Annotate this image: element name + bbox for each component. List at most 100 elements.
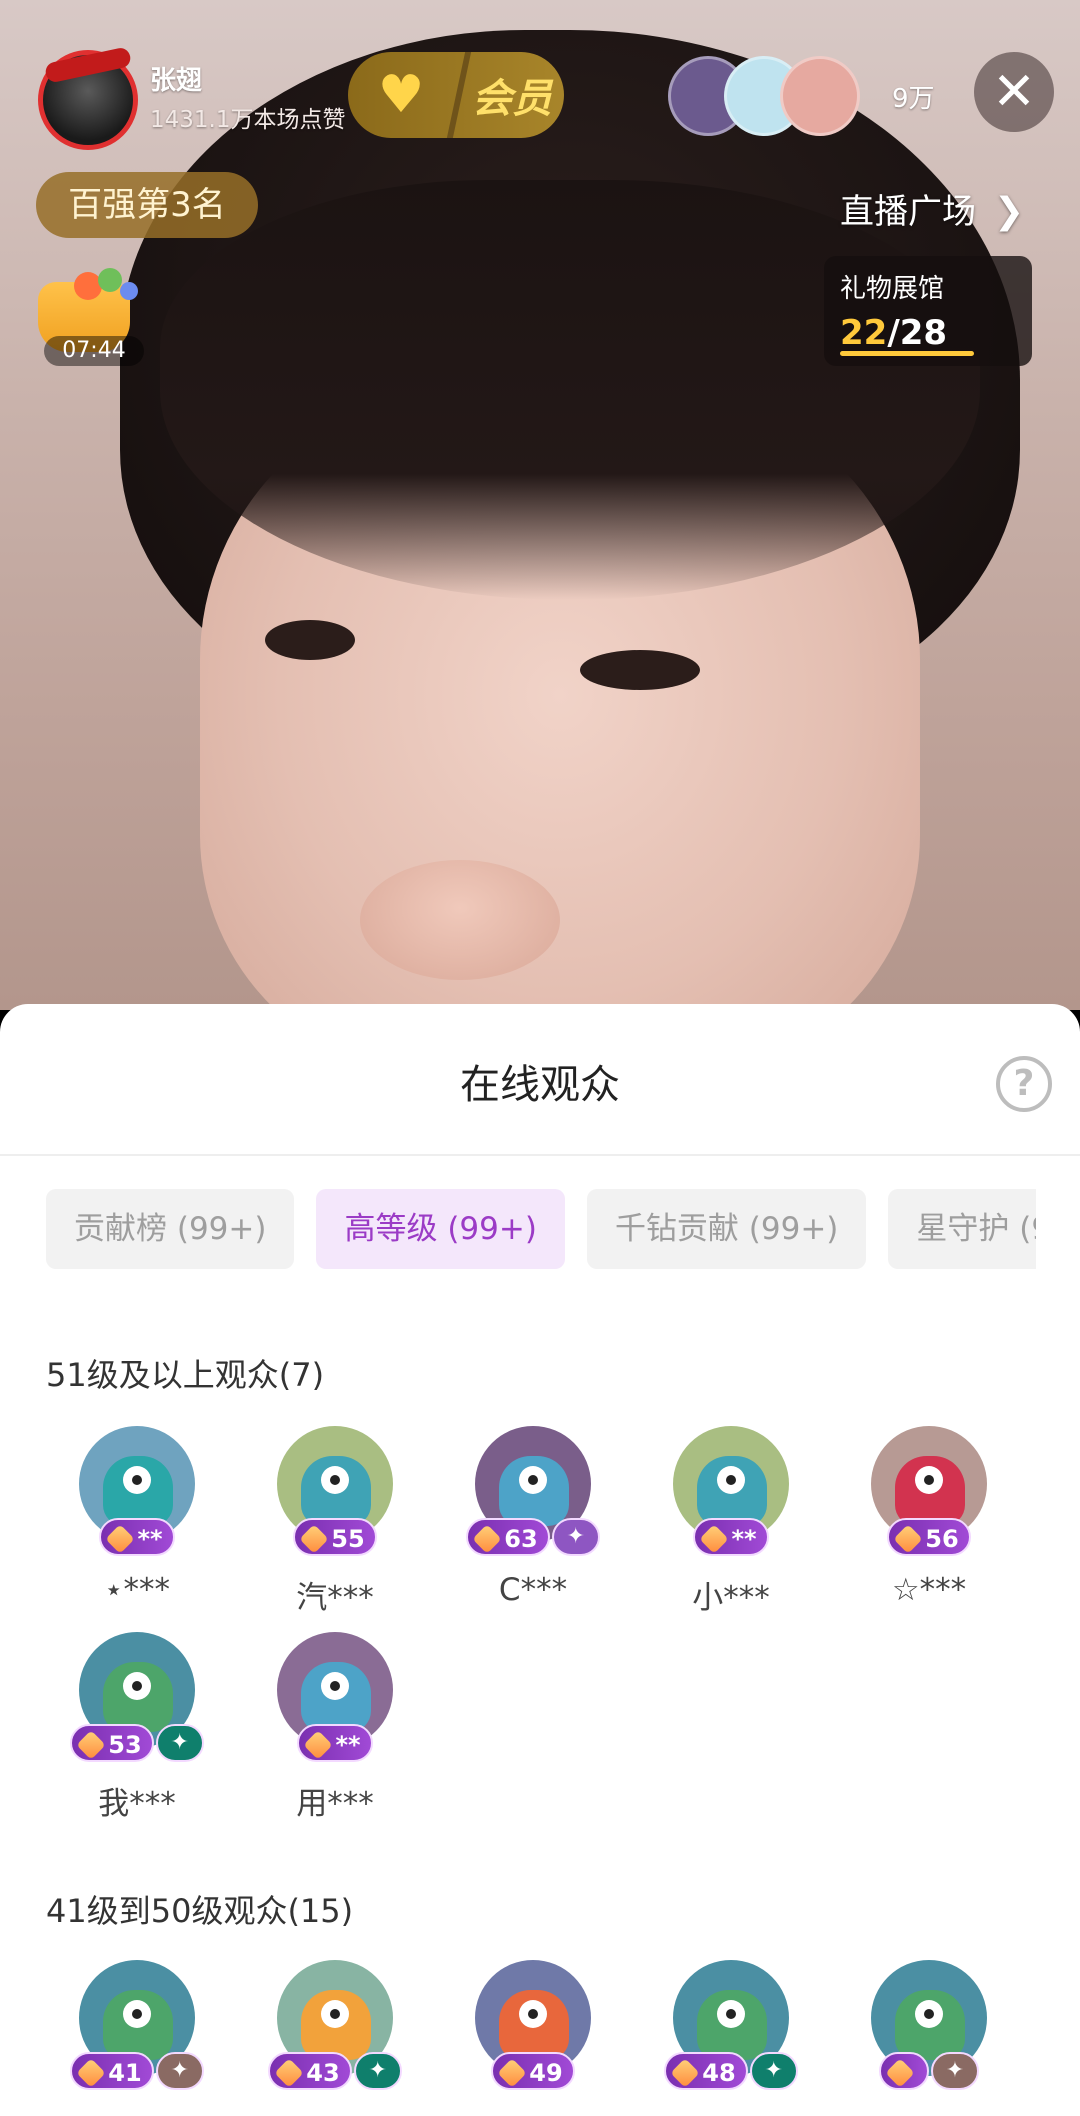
- treasure-box[interactable]: 07:44: [34, 258, 144, 368]
- viewer-item[interactable]: 41 ✦: [38, 1960, 236, 2116]
- sheet-title: 在线观众: [460, 1062, 620, 1108]
- star-badge-icon: ✦: [155, 1724, 204, 1762]
- help-icon[interactable]: ?: [996, 1056, 1052, 1112]
- monster-eye: [321, 1672, 349, 1700]
- viewer-name: 用***: [296, 1786, 374, 1822]
- monster-eye: [321, 2000, 349, 2028]
- level-number: 48: [702, 2059, 736, 2087]
- level-badge: 63: [466, 1518, 550, 1556]
- vip-divider: [446, 52, 472, 138]
- viewer-grid-41-50: 41 ✦ 43 ✦ 49 48 ✦ ✦: [0, 1960, 1080, 2116]
- star-badge-icon: ✦: [749, 2052, 798, 2090]
- viewer-name: ⋆***: [104, 1572, 170, 1608]
- host-info[interactable]: 张翅 1431.1万本场点赞: [34, 46, 354, 150]
- viewer-grid-51-plus: ** ⋆*** 55 汽*** 63 ✦ C*** ** 小*** 56 ☆*** 53 ✦ 我*** **…: [0, 1426, 1080, 1826]
- viewer-item[interactable]: ** 小***: [632, 1426, 830, 1626]
- host-name: 张翅: [150, 66, 203, 96]
- level-badges: 43 ✦: [236, 2052, 434, 2092]
- plaza-label: 直播广场: [840, 192, 976, 232]
- gem-icon: [76, 1730, 107, 1760]
- gift-hall-total: 28: [899, 313, 948, 353]
- vip-heart-icon: ♥: [377, 65, 425, 125]
- level-badges: **: [632, 1518, 830, 1558]
- rank-badge[interactable]: 百强第3名: [36, 172, 258, 238]
- level-badges: 55: [236, 1518, 434, 1558]
- level-badges: 63 ✦: [434, 1518, 632, 1558]
- gem-icon: [105, 1524, 136, 1554]
- gem-icon: [274, 2058, 305, 2088]
- level-badge: [879, 2052, 929, 2090]
- live-video[interactable]: [0, 0, 1080, 1010]
- gem-icon: [497, 2058, 528, 2088]
- monster-eye: [915, 1466, 943, 1494]
- gem-icon: [670, 2058, 701, 2088]
- host-likes: 1431.1万本场点赞: [150, 107, 346, 133]
- viewer-name: 小***: [692, 1580, 770, 1616]
- level-badge: 56: [887, 1518, 971, 1556]
- gift-hall-panel[interactable]: 礼物展馆 22/28: [824, 256, 1032, 366]
- viewer-count[interactable]: 9万: [892, 78, 935, 115]
- level-number: 53: [108, 1731, 142, 1759]
- tab-high-level[interactable]: 高等级 (99+): [316, 1189, 565, 1269]
- gift-hall-progress-bar: [840, 351, 974, 356]
- viewer-item[interactable]: ✦: [830, 1960, 1028, 2116]
- level-badge: 49: [491, 2052, 575, 2090]
- level-number: 41: [108, 2059, 142, 2087]
- gift-hall-current: 22: [840, 313, 888, 353]
- gem-icon: [299, 1524, 330, 1554]
- viewer-item[interactable]: 49: [434, 1960, 632, 2116]
- star-badge-icon: ✦: [551, 1518, 600, 1556]
- viewer-tabs: 贡献榜 (99+) 高等级 (99+) 千钻贡献 (99+) 星守护 (9: [46, 1189, 1036, 1269]
- gem-icon: [885, 2058, 915, 2088]
- level-badges: 48 ✦: [632, 2052, 830, 2092]
- tab-diamond-contribution[interactable]: 千钻贡献 (99+): [586, 1189, 867, 1269]
- level-badge: 43: [268, 2052, 352, 2090]
- top-viewer-avatar[interactable]: [780, 56, 860, 136]
- level-badges: **: [236, 1724, 434, 1764]
- video-eye-left: [265, 620, 355, 660]
- monster-eye: [717, 2000, 745, 2028]
- basket-fruit: [98, 268, 122, 292]
- level-badge: 41: [70, 2052, 154, 2090]
- viewer-name: 我***: [98, 1786, 176, 1822]
- viewer-item[interactable]: 48 ✦: [632, 1960, 830, 2116]
- host-avatar-ribbon: [43, 46, 133, 84]
- level-badges: 41 ✦: [38, 2052, 236, 2092]
- gem-icon: [76, 2058, 107, 2088]
- viewer-item[interactable]: ** 用***: [236, 1632, 434, 1832]
- level-number: 55: [331, 1525, 365, 1553]
- viewer-item[interactable]: 55 汽***: [236, 1426, 434, 1626]
- online-viewers-sheet: 在线观众 ? 贡献榜 (99+) 高等级 (99+) 千钻贡献 (99+) 星守护 (…: [0, 1004, 1080, 2116]
- basket-fruit: [120, 282, 138, 300]
- level-badge: 48: [664, 2052, 748, 2090]
- host-avatar[interactable]: [38, 46, 138, 150]
- chevron-right-icon: ❯: [994, 191, 1025, 232]
- level-badge: **: [297, 1724, 373, 1762]
- section-title-41-50: 41级到50级观众(15): [46, 1892, 354, 1930]
- top-viewers[interactable]: [668, 56, 868, 136]
- viewer-item[interactable]: 63 ✦ C***: [434, 1426, 632, 1626]
- monster-eye: [123, 2000, 151, 2028]
- tab-contribution[interactable]: 贡献榜 (99+): [46, 1189, 295, 1269]
- close-icon: ✕: [992, 62, 1036, 122]
- level-number: 49: [529, 2059, 563, 2087]
- monster-eye: [123, 1466, 151, 1494]
- viewer-item[interactable]: 43 ✦: [236, 1960, 434, 2116]
- level-badges: **: [38, 1518, 236, 1558]
- level-number: **: [731, 1525, 757, 1553]
- level-badges: 56: [830, 1518, 1028, 1558]
- viewer-item[interactable]: 53 ✦ 我***: [38, 1632, 236, 1832]
- live-plaza-link[interactable]: 直播广场 ❯: [840, 180, 1080, 244]
- tab-star-guard[interactable]: 星守护 (9: [888, 1189, 1036, 1269]
- vip-button[interactable]: ♥ 会员: [348, 52, 564, 138]
- viewer-item[interactable]: 56 ☆***: [830, 1426, 1028, 1626]
- viewer-name: 汽***: [296, 1580, 374, 1616]
- gem-icon: [472, 1524, 503, 1554]
- monster-eye: [519, 1466, 547, 1494]
- viewer-item[interactable]: ** ⋆***: [38, 1426, 236, 1626]
- level-badges: 49: [434, 2052, 632, 2092]
- level-badge: **: [693, 1518, 769, 1556]
- close-button[interactable]: ✕: [974, 52, 1054, 132]
- monster-eye: [321, 1466, 349, 1494]
- level-number: **: [137, 1525, 163, 1553]
